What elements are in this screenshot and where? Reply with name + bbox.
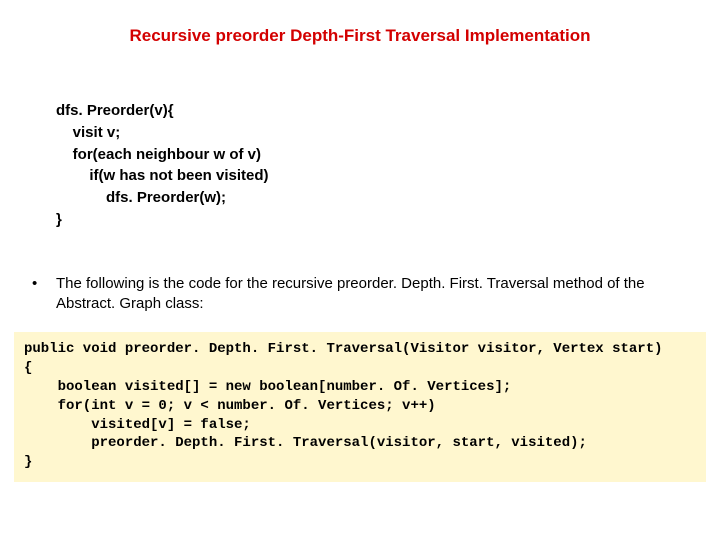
bullet-mark: • <box>32 274 56 315</box>
code-block: public void preorder. Depth. First. Trav… <box>24 340 696 472</box>
pseudocode-block: dfs. Preorder(v){ visit v; for(each neig… <box>56 100 269 231</box>
page-title: Recursive preorder Depth-First Traversal… <box>0 26 720 46</box>
code-box: public void preorder. Depth. First. Trav… <box>14 332 706 482</box>
bullet-item: • The following is the code for the recu… <box>32 274 690 315</box>
slide: Recursive preorder Depth-First Traversal… <box>0 0 720 540</box>
bullet-text: The following is the code for the recurs… <box>56 274 690 315</box>
